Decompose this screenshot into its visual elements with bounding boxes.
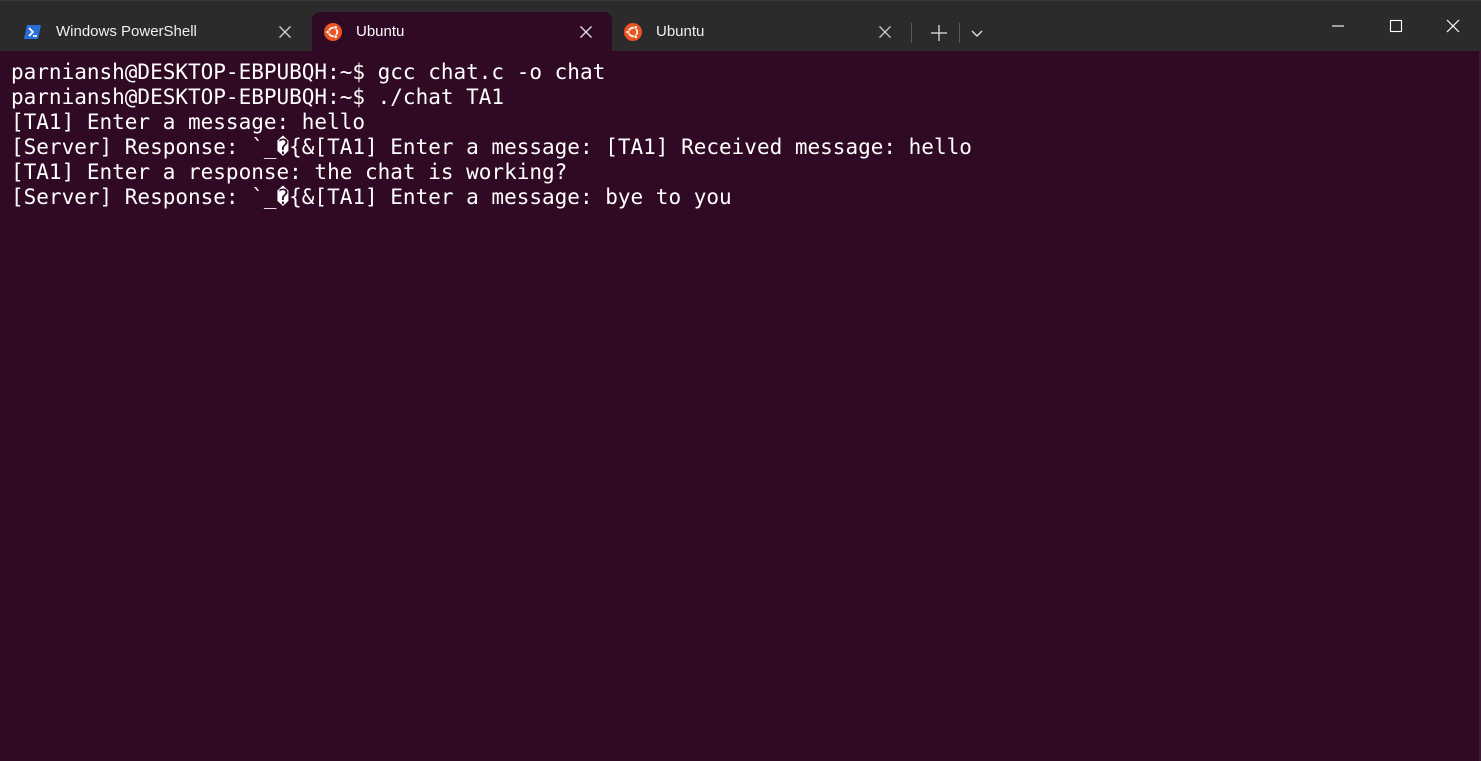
tab-ubuntu[interactable]: Ubuntu — [612, 12, 912, 52]
ubuntu-icon — [324, 23, 342, 41]
terminal-line: [TA1] Enter a message: hello — [11, 110, 366, 134]
terminal-line: [Server] Response: `_�{&[TA1] Enter a me… — [11, 185, 732, 209]
close-icon[interactable] — [878, 25, 892, 39]
terminal-line: parniansh@DESKTOP-EBPUBQH:~$ gcc chat.c … — [11, 60, 606, 84]
terminal-window: Windows PowerShell Ubuntu Ubuntu parnian… — [0, 0, 1481, 761]
close-icon[interactable] — [579, 25, 593, 39]
powershell-icon — [24, 23, 42, 41]
terminal-output[interactable]: parniansh@DESKTOP-EBPUBQH:~$ gcc chat.c … — [0, 51, 1481, 761]
maximize-icon — [1389, 19, 1403, 33]
terminal-line: parniansh@DESKTOP-EBPUBQH:~$ ./chat TA1 — [11, 85, 505, 109]
terminal-line: [Server] Response: `_�{&[TA1] Enter a me… — [11, 135, 972, 159]
plus-icon — [928, 25, 950, 48]
tab-label: Windows PowerShell — [56, 23, 197, 40]
tab-bar: Windows PowerShell Ubuntu Ubuntu — [0, 0, 1481, 52]
tab-label: Ubuntu — [356, 23, 405, 40]
ubuntu-icon — [624, 23, 642, 41]
minimize-icon — [1332, 25, 1344, 27]
tab-windows-powershell[interactable]: Windows PowerShell — [12, 12, 312, 52]
terminal-line: [TA1] Enter a response: the chat is work… — [11, 160, 568, 184]
close-icon[interactable] — [278, 25, 292, 39]
close-icon — [1446, 19, 1460, 33]
tab-label: Ubuntu — [656, 23, 705, 40]
minimize-button[interactable] — [1308, 1, 1366, 51]
new-tab-button[interactable] — [928, 22, 950, 44]
tab-ubuntu-active[interactable]: Ubuntu — [312, 12, 612, 52]
close-window-button[interactable] — [1423, 1, 1481, 51]
chevron-down-icon — [966, 29, 988, 48]
maximize-button[interactable] — [1366, 1, 1424, 51]
tab-separator — [911, 23, 912, 43]
tab-separator — [959, 23, 960, 43]
tab-dropdown-button[interactable] — [966, 22, 988, 44]
